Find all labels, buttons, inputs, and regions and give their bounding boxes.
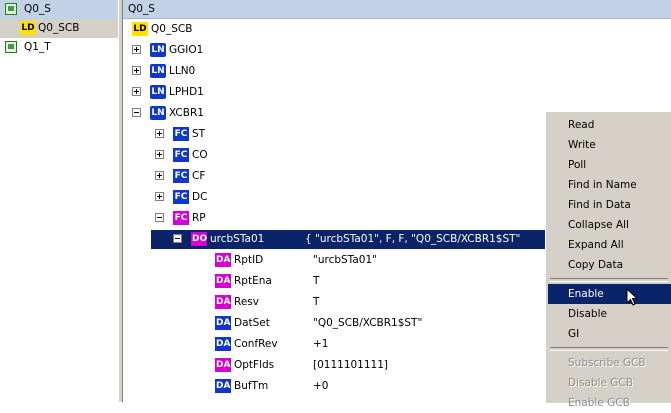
menu-item-poll[interactable]: Poll	[548, 155, 671, 175]
menu-item-collapse-all[interactable]: Collapse All	[548, 215, 671, 235]
menu-item-disable[interactable]: Disable	[548, 304, 671, 324]
node-label: Q0_SCB	[151, 23, 193, 35]
da-icon: DA	[215, 295, 231, 309]
tree-row-ln[interactable]: LN LLN0	[123, 62, 671, 81]
node-label: ST	[192, 128, 206, 140]
expand-icon[interactable]	[155, 171, 164, 180]
menu-item-expand-all[interactable]: Expand All	[548, 235, 671, 255]
tree-item-q0-scb[interactable]: LD Q0_SCB	[0, 19, 118, 38]
tree-row-ln[interactable]: LN LPHD1	[123, 83, 671, 102]
panel-header: Q0_S	[123, 0, 671, 19]
node-label: DC	[192, 191, 208, 203]
do-icon: DO	[191, 232, 208, 246]
node-label: CF	[192, 170, 206, 182]
da-icon: DA	[215, 316, 231, 330]
tree-item-q0-s[interactable]: Q0_S	[0, 0, 118, 19]
menu-item-enable-gcb: Enable GCB	[568, 397, 630, 409]
node-label: OptFlds	[234, 359, 275, 371]
menu-item-copy-data[interactable]: Copy Data	[548, 255, 671, 275]
ln-icon: LN	[150, 85, 166, 99]
ied-icon	[5, 3, 17, 15]
menu-item-write[interactable]: Write	[548, 135, 671, 155]
menu-separator	[550, 347, 668, 351]
node-value: "Q0_SCB/XCBR1$ST"	[313, 317, 423, 329]
node-value: "urcbSTa01"	[313, 254, 377, 266]
node-label: DatSet	[234, 317, 270, 329]
node-value: +1	[313, 338, 329, 350]
node-label: RP	[192, 212, 206, 224]
da-icon: DA	[215, 274, 231, 288]
collapse-icon[interactable]	[155, 213, 164, 222]
collapse-icon[interactable]	[132, 108, 141, 117]
tree-item-label: Q0_S	[24, 3, 51, 15]
tree-item-q1-t[interactable]: Q1_T	[0, 38, 118, 57]
collapse-icon[interactable]	[173, 234, 182, 243]
expand-icon[interactable]	[132, 66, 141, 75]
ld-icon: LD	[20, 21, 36, 35]
ld-icon: LD	[132, 22, 148, 36]
menu-item-enable[interactable]: Enable	[548, 284, 671, 304]
node-label: GGIO1	[169, 44, 204, 56]
menu-item-read[interactable]: Read	[548, 115, 671, 135]
node-label: RptID	[234, 254, 264, 266]
menu-item-find-in-name[interactable]: Find in Name	[548, 175, 671, 195]
tree-item-label: Q1_T	[24, 41, 51, 53]
fc-icon: FC	[173, 169, 189, 183]
node-label: LPHD1	[169, 86, 204, 98]
expand-icon[interactable]	[132, 45, 141, 54]
node-label: ConfRev	[234, 338, 278, 350]
expand-icon[interactable]	[155, 150, 164, 159]
context-menu: Read Write Poll Find in Name Find in Dat…	[545, 111, 671, 409]
expand-icon[interactable]	[155, 129, 164, 138]
expand-icon[interactable]	[155, 192, 164, 201]
node-label: urcbSTa01	[210, 233, 265, 245]
ied-tree-panel: Q0_S LD Q0_SCB Q1_T	[0, 0, 119, 402]
fc-icon: FC	[173, 127, 189, 141]
node-value: +0	[313, 380, 329, 392]
fc-icon: FC	[173, 148, 189, 162]
ied-icon	[5, 41, 17, 53]
tree-row-ln[interactable]: LN GGIO1	[123, 41, 671, 60]
da-icon: DA	[215, 253, 231, 267]
tree-row-ld[interactable]: LD Q0_SCB	[123, 20, 671, 39]
menu-separator	[550, 278, 668, 282]
node-label: LLN0	[169, 65, 196, 77]
node-value: { "urcbSTa01", F, F, "Q0_SCB/XCBR1$ST"	[305, 233, 521, 245]
ln-icon: LN	[150, 106, 166, 120]
node-label: CO	[192, 149, 208, 161]
node-label: Resv	[234, 296, 259, 308]
node-value: [0111101111]	[313, 359, 388, 371]
expand-icon[interactable]	[132, 87, 141, 96]
mouse-cursor-icon	[626, 288, 639, 306]
tree-item-label: Q0_SCB	[38, 22, 80, 34]
node-label: BufTm	[234, 380, 269, 392]
fc-icon: FC	[173, 190, 189, 204]
fc-icon: FC	[173, 211, 189, 225]
node-label: RptEna	[234, 275, 272, 287]
menu-item-subscribe-gcb: Subscribe GCB	[568, 357, 646, 369]
ln-icon: LN	[150, 43, 166, 57]
menu-item-find-in-data[interactable]: Find in Data	[548, 195, 671, 215]
node-label: XCBR1	[169, 107, 204, 119]
menu-item-disable-gcb: Disable GCB	[568, 377, 633, 389]
da-icon: DA	[215, 379, 231, 393]
node-value: T	[313, 275, 320, 287]
menu-item-gi[interactable]: GI	[548, 324, 671, 344]
panel-header-label: Q0_S	[128, 3, 155, 15]
da-icon: DA	[215, 358, 231, 372]
ln-icon: LN	[150, 64, 166, 78]
da-icon: DA	[215, 337, 231, 351]
node-value: T	[313, 296, 320, 308]
